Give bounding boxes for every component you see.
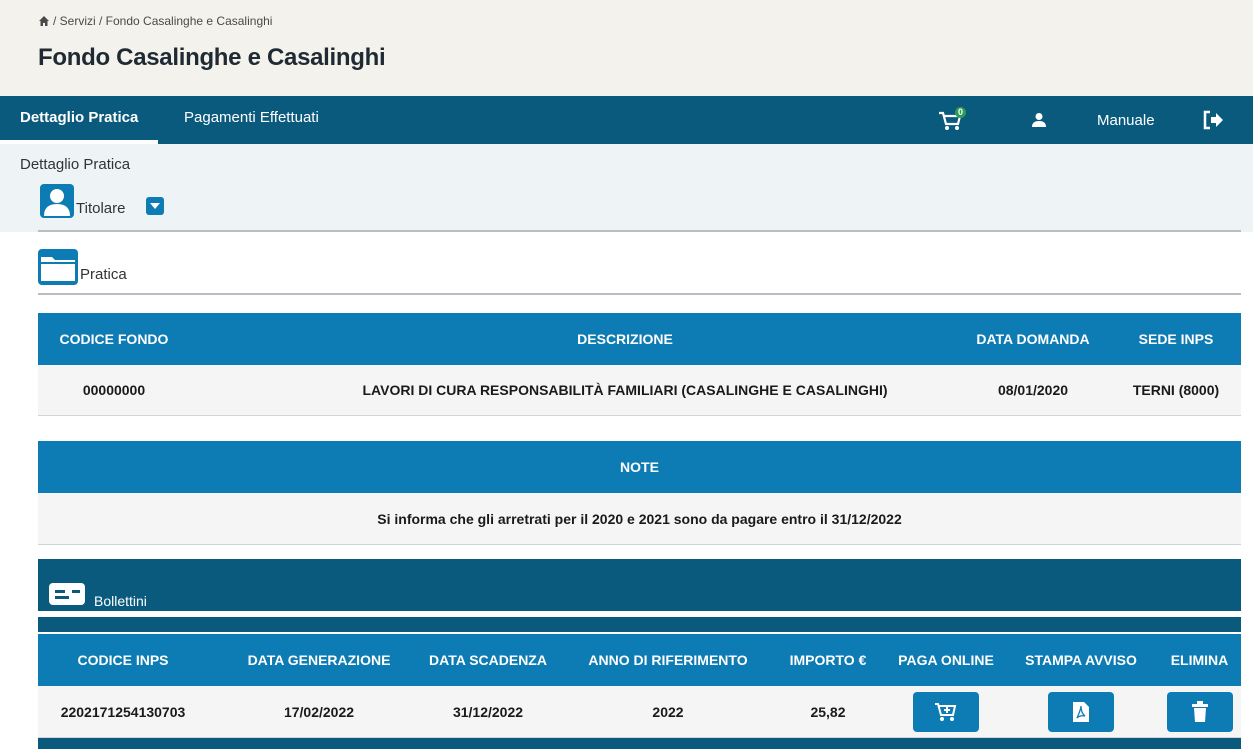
breadcrumb: / Servizi / Fondo Casalinghe e Casalingh… <box>38 14 272 28</box>
column-header: STAMPA AVVISO <box>1025 652 1137 668</box>
descrizione-cell: LAVORI DI CURA RESPONSABILITÀ FAMILIARI … <box>362 382 888 398</box>
note-row: Si informa che gli arretrati per il 2020… <box>38 493 1241 545</box>
table-row: 00000000 LAVORI DI CURA RESPONSABILITÀ F… <box>38 365 1241 416</box>
bollettini-table-header: CODICE INPS DATA GENERAZIONE DATA SCADEN… <box>38 634 1241 686</box>
divider <box>38 230 1241 232</box>
codice-fondo-cell: 00000000 <box>82 382 146 398</box>
stampa-avviso-cell <box>1014 686 1148 737</box>
page-title: Fondo Casalinghe e Casalinghi <box>38 44 386 71</box>
column-header: SEDE INPS <box>1138 331 1214 347</box>
tab-pagamenti-effettuati[interactable]: Pagamenti Effettuati <box>184 96 319 144</box>
pratica-table-header: CODICE FONDO DESCRIZIONE DATA DOMANDA SE… <box>38 313 1241 365</box>
importo-cell: 25,82 <box>810 703 846 720</box>
column-header: CODICE INPS <box>77 652 169 668</box>
titolare-label: Titolare <box>76 200 126 217</box>
folder-icon <box>38 249 78 285</box>
detail-section <box>0 144 1253 232</box>
manual-link[interactable]: Manuale <box>1097 96 1155 146</box>
paga-online-cell <box>888 686 1004 737</box>
logout-icon[interactable] <box>1202 110 1224 130</box>
table-row: 2202171254130703 17/02/2022 31/12/2022 2… <box>38 686 1241 738</box>
column-header: CODICE FONDO <box>59 331 169 347</box>
breadcrumb-trail[interactable]: / Servizi / Fondo Casalinghe e Casalingh… <box>53 14 272 28</box>
column-header: DATA SCADENZA <box>429 652 547 668</box>
user-icon[interactable] <box>1031 112 1047 128</box>
elimina-cell <box>1158 686 1241 737</box>
bollettini-bar <box>38 559 1241 614</box>
trash-icon <box>1191 700 1208 722</box>
codice-inps-cell: 2202171254130703 <box>60 703 186 720</box>
main-navbar: Dettaglio Pratica Pagamenti Effettuati <box>0 96 1253 144</box>
data-scadenza-cell: 31/12/2022 <box>452 703 524 720</box>
cart-count-badge: 0 <box>955 107 967 118</box>
divider <box>38 293 1241 295</box>
note-header: NOTE <box>38 441 1241 493</box>
titolare-toggle[interactable] <box>146 197 164 215</box>
bollettini-label: Bollettini <box>94 593 147 609</box>
bollettini-strip <box>38 617 1241 632</box>
section-title: Dettaglio Pratica <box>20 156 131 173</box>
paga-online-button[interactable] <box>913 691 979 732</box>
tab-dettaglio-pratica[interactable]: Dettaglio Pratica <box>0 96 159 144</box>
cart-plus-icon <box>935 702 957 721</box>
column-header: DATA GENERAZIONE <box>247 652 391 668</box>
column-header: PAGA ONLINE <box>898 652 994 668</box>
user-avatar-icon <box>40 184 74 218</box>
column-header: ANNO DI RIFERIMENTO <box>588 652 748 668</box>
column-header: DATA DOMANDA <box>976 331 1090 347</box>
data-domanda-cell: 08/01/2020 <box>997 382 1069 398</box>
sede-inps-cell: TERNI (8000) <box>1132 382 1220 398</box>
pdf-icon <box>1073 701 1089 722</box>
elimina-button[interactable] <box>1166 691 1233 732</box>
card-icon <box>49 583 85 605</box>
stampa-avviso-button[interactable] <box>1048 691 1114 732</box>
pratica-label: Pratica <box>80 266 127 283</box>
data-generazione-cell: 17/02/2022 <box>283 703 355 720</box>
home-icon[interactable] <box>38 15 50 27</box>
column-header: IMPORTO € <box>789 652 867 668</box>
column-header: ELIMINA <box>1170 652 1229 668</box>
column-header: DESCRIZIONE <box>577 331 673 347</box>
caret-down-icon <box>150 203 160 209</box>
note-title: NOTE <box>620 459 659 475</box>
table-footer <box>38 738 1241 749</box>
anno-riferimento-cell: 2022 <box>652 703 684 720</box>
note-text: Si informa che gli arretrati per il 2020… <box>377 510 902 527</box>
